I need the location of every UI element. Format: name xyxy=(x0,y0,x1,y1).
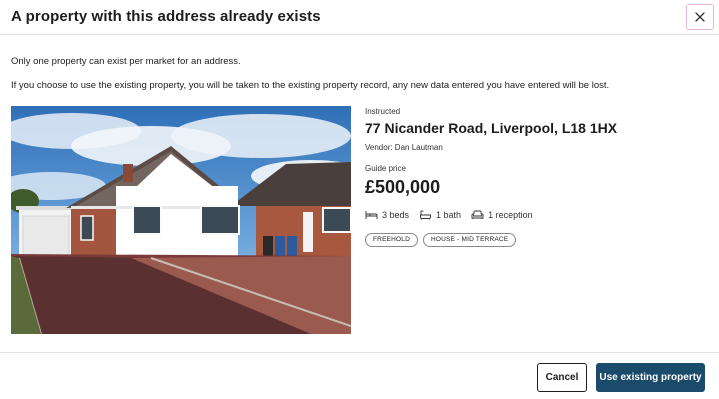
modal-footer: Cancel Use existing property xyxy=(0,352,719,399)
sofa-icon xyxy=(471,210,484,219)
property-address: 77 Nicander Road, Liverpool, L18 1HX xyxy=(365,120,618,136)
beds-label: 3 beds xyxy=(382,210,410,220)
bed-icon xyxy=(365,211,378,219)
property-tags: FREEHOLD HOUSE - MID TERRACE xyxy=(365,233,521,247)
property-features: 3 beds 1 bath 1 reception xyxy=(365,210,543,220)
receptions-feature: 1 reception xyxy=(471,210,533,220)
property-photo xyxy=(11,106,351,334)
tag-property-type: HOUSE - MID TERRACE xyxy=(423,233,517,247)
guide-price: £500,000 xyxy=(365,177,441,197)
modal-title: A property with this address already exi… xyxy=(11,8,321,25)
price-label: Guide price xyxy=(365,164,406,173)
modal-header: A property with this address already exi… xyxy=(0,0,719,35)
cancel-button[interactable]: Cancel xyxy=(537,363,587,392)
receptions-label: 1 reception xyxy=(488,210,533,220)
close-button[interactable] xyxy=(686,4,714,30)
use-existing-property-button[interactable]: Use existing property xyxy=(596,363,705,392)
baths-label: 1 bath xyxy=(436,210,462,220)
baths-feature: 1 bath xyxy=(419,210,461,220)
info-message-1: Only one property can exist per market f… xyxy=(11,56,241,67)
beds-feature: 3 beds xyxy=(365,210,409,220)
vendor-name: Vendor: Dan Lautman xyxy=(365,143,443,152)
tag-tenure: FREEHOLD xyxy=(365,233,418,247)
bath-icon xyxy=(420,210,432,220)
property-status: Instructed xyxy=(365,107,401,116)
close-icon xyxy=(695,12,705,22)
info-message-2: If you choose to use the existing proper… xyxy=(11,80,610,91)
